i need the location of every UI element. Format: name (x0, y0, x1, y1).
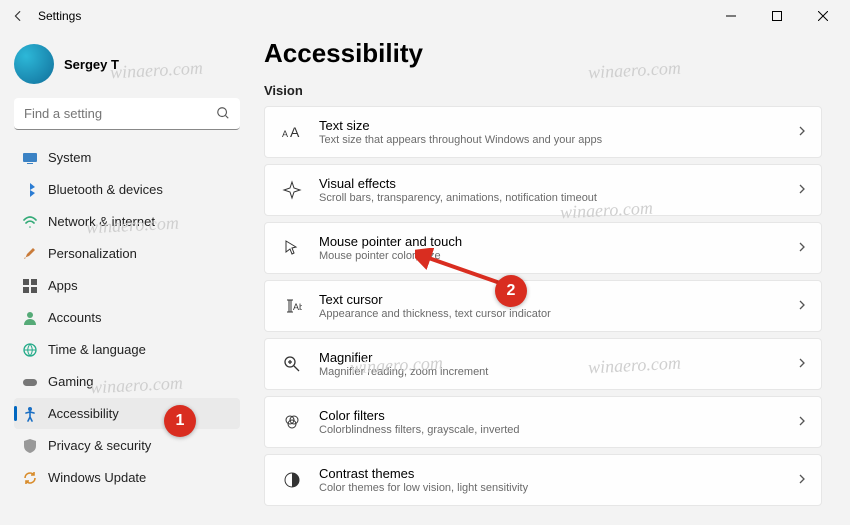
accessibility-icon (22, 406, 38, 422)
card-title: Magnifier (319, 350, 797, 365)
user-profile[interactable]: Sergey T (14, 44, 240, 84)
magnifier-icon (279, 354, 305, 374)
sidebar-item-time-language[interactable]: Time & language (14, 334, 240, 365)
chevron-right-icon (797, 123, 807, 141)
close-button[interactable] (800, 0, 846, 32)
contrast-icon (279, 470, 305, 490)
cursor-icon (279, 238, 305, 258)
bluetooth-icon (22, 182, 38, 198)
text-cursor-icon: Ab (279, 296, 305, 316)
close-icon (818, 11, 828, 21)
chevron-right-icon (797, 413, 807, 431)
card-contrast-themes[interactable]: Contrast themesColor themes for low visi… (264, 454, 822, 506)
annotation-badge-2: 2 (495, 275, 527, 307)
person-icon (22, 310, 38, 326)
sidebar-label: Personalization (48, 246, 137, 261)
maximize-button[interactable] (754, 0, 800, 32)
sidebar-item-gaming[interactable]: Gaming (14, 366, 240, 397)
chevron-right-icon (797, 239, 807, 257)
chevron-right-icon (797, 355, 807, 373)
window-title: Settings (38, 9, 81, 23)
sidebar-label: Apps (48, 278, 78, 293)
card-magnifier[interactable]: MagnifierMagnifier reading, zoom increme… (264, 338, 822, 390)
search-icon (216, 106, 230, 125)
svg-text:A: A (290, 124, 300, 140)
minimize-icon (726, 11, 736, 21)
card-sub: Text size that appears throughout Window… (319, 134, 797, 146)
card-title: Contrast themes (319, 466, 797, 481)
shield-icon (22, 438, 38, 454)
user-name: Sergey T (64, 57, 119, 72)
color-filter-icon (279, 412, 305, 432)
sidebar-label: Accounts (48, 310, 101, 325)
card-sub: Appearance and thickness, text cursor in… (319, 308, 797, 320)
card-sub: Mouse pointer color, size (319, 250, 797, 262)
sidebar-item-accounts[interactable]: Accounts (14, 302, 240, 333)
card-title: Text size (319, 118, 797, 133)
brush-icon (22, 246, 38, 262)
chevron-right-icon (797, 471, 807, 489)
card-color-filters[interactable]: Color filtersColorblindness filters, gra… (264, 396, 822, 448)
arrow-left-icon (11, 9, 25, 23)
sidebar-label: Gaming (48, 374, 94, 389)
titlebar: Settings (0, 0, 850, 32)
sidebar-item-personalization[interactable]: Personalization (14, 238, 240, 269)
sidebar-item-apps[interactable]: Apps (14, 270, 240, 301)
minimize-button[interactable] (708, 0, 754, 32)
search-input[interactable] (14, 98, 240, 130)
main-content: Accessibility Vision AA Text sizeText si… (250, 32, 850, 525)
card-sub: Color themes for low vision, light sensi… (319, 482, 797, 494)
chevron-right-icon (797, 181, 807, 199)
wifi-icon (22, 214, 38, 230)
card-sub: Magnifier reading, zoom increment (319, 366, 797, 378)
sidebar-item-network[interactable]: Network & internet (14, 206, 240, 237)
sidebar-label: System (48, 150, 91, 165)
svg-text:Ab: Ab (293, 302, 302, 312)
back-button[interactable] (4, 2, 32, 30)
sidebar-item-privacy[interactable]: Privacy & security (14, 430, 240, 461)
text-size-icon: AA (279, 122, 305, 142)
svg-text:A: A (282, 129, 288, 139)
sidebar-item-system[interactable]: System (14, 142, 240, 173)
sidebar-item-accessibility[interactable]: Accessibility (14, 398, 240, 429)
sparkle-icon (279, 180, 305, 200)
card-sub: Colorblindness filters, grayscale, inver… (319, 424, 797, 436)
apps-icon (22, 278, 38, 294)
card-sub: Scroll bars, transparency, animations, n… (319, 192, 797, 204)
card-title: Color filters (319, 408, 797, 423)
update-icon (22, 470, 38, 486)
card-mouse-pointer[interactable]: Mouse pointer and touchMouse pointer col… (264, 222, 822, 274)
avatar (14, 44, 54, 84)
card-visual-effects[interactable]: Visual effectsScroll bars, transparency,… (264, 164, 822, 216)
sidebar-label: Privacy & security (48, 438, 151, 453)
card-title: Mouse pointer and touch (319, 234, 797, 249)
globe-icon (22, 342, 38, 358)
annotation-badge-1: 1 (164, 405, 196, 437)
card-title: Text cursor (319, 292, 797, 307)
card-text-size[interactable]: AA Text sizeText size that appears throu… (264, 106, 822, 158)
sidebar-item-windows-update[interactable]: Windows Update (14, 462, 240, 493)
gamepad-icon (22, 374, 38, 390)
sidebar-label: Network & internet (48, 214, 155, 229)
sidebar: Sergey T System Bluetooth & devices (0, 32, 250, 525)
sidebar-item-bluetooth[interactable]: Bluetooth & devices (14, 174, 240, 205)
section-header: Vision (264, 83, 822, 98)
sidebar-label: Accessibility (48, 406, 119, 421)
sidebar-label: Time & language (48, 342, 146, 357)
sidebar-label: Bluetooth & devices (48, 182, 163, 197)
maximize-icon (772, 11, 782, 21)
card-text-cursor[interactable]: Ab Text cursorAppearance and thickness, … (264, 280, 822, 332)
sidebar-label: Windows Update (48, 470, 146, 485)
chevron-right-icon (797, 297, 807, 315)
card-title: Visual effects (319, 176, 797, 191)
page-title: Accessibility (264, 38, 822, 69)
display-icon (22, 150, 38, 166)
